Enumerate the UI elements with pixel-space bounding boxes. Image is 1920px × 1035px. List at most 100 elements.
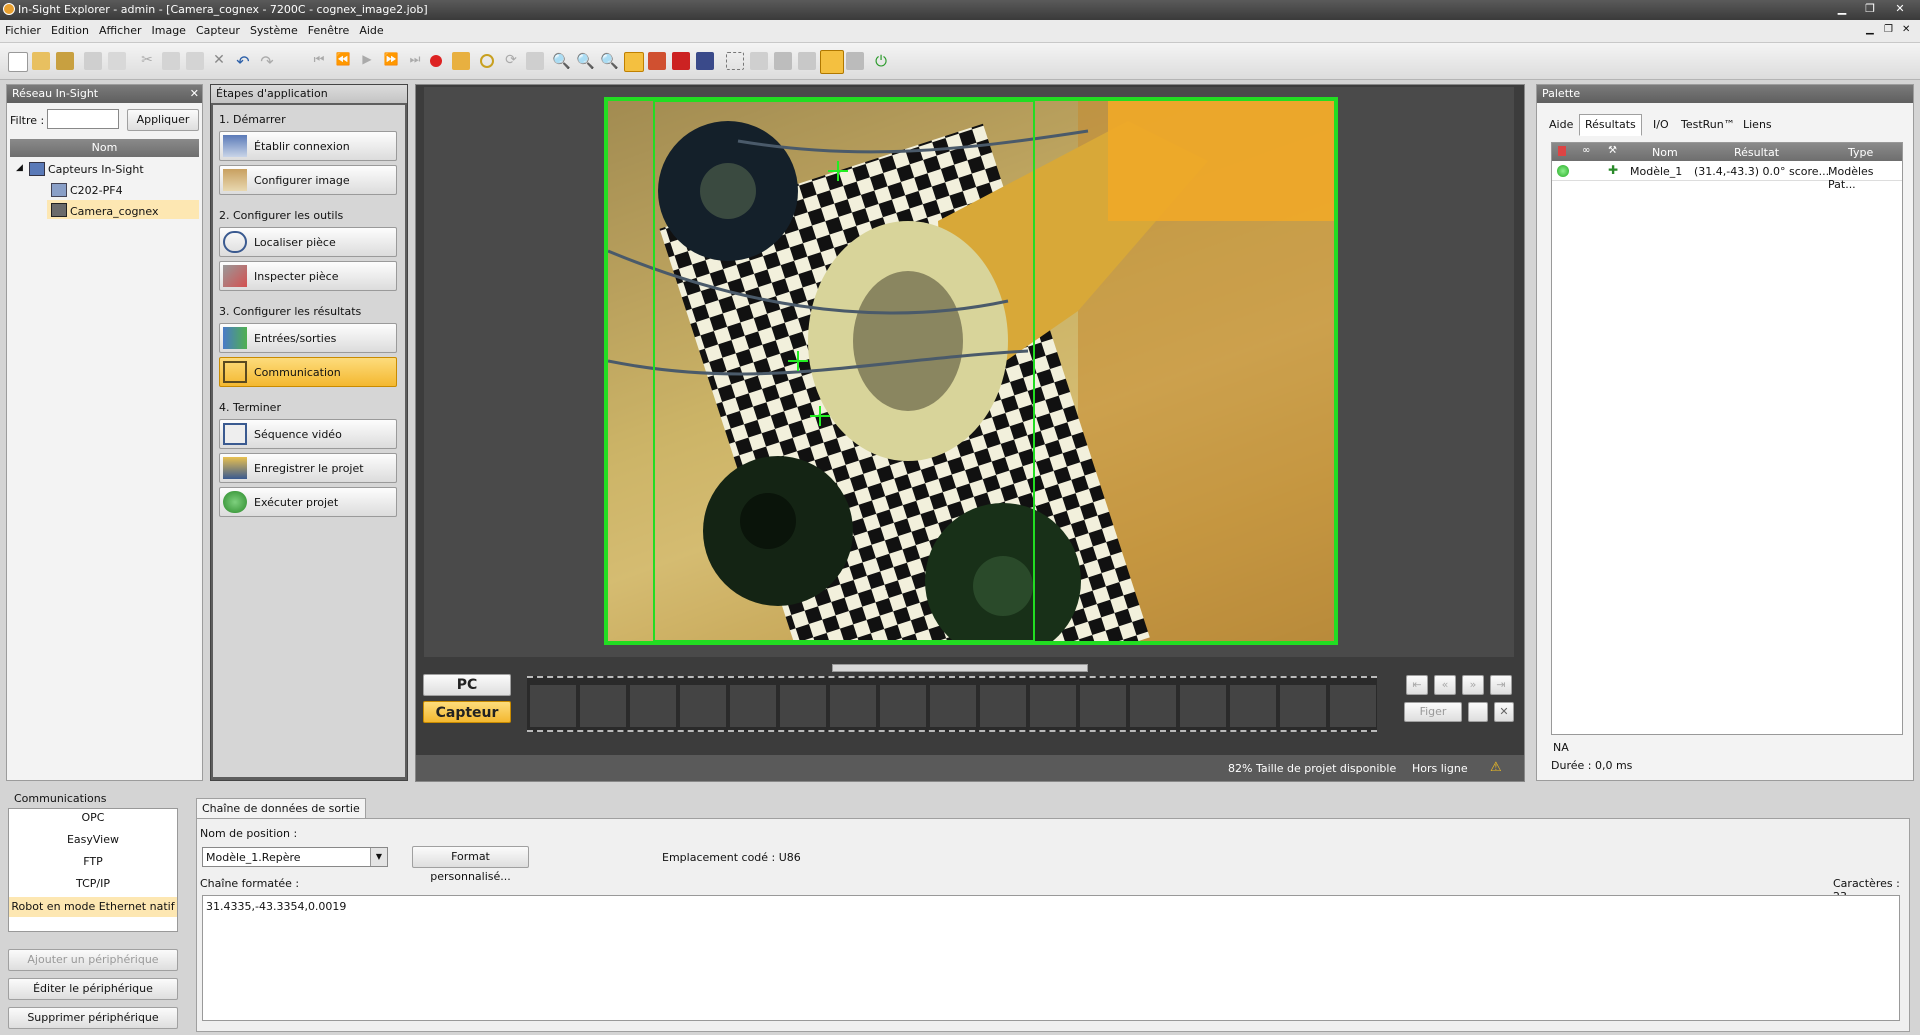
delete-icon[interactable]: ✕ [210, 52, 228, 70]
menu-systeme[interactable]: Système [245, 20, 303, 42]
prev-frame-icon[interactable]: ⏪ [334, 52, 352, 70]
chevron-down-icon[interactable]: ▼ [370, 848, 387, 866]
pc-button[interactable]: PC [423, 674, 511, 696]
copy-icon[interactable] [108, 52, 126, 70]
calibration-icon[interactable] [750, 52, 768, 70]
menu-afficher[interactable]: Afficher [94, 20, 146, 42]
film-frame[interactable] [579, 684, 627, 728]
film-first-icon[interactable]: ⇤ [1406, 675, 1428, 695]
film-save-icon[interactable] [1468, 702, 1488, 722]
paste-icon[interactable] [186, 52, 204, 70]
image-canvas[interactable] [424, 87, 1514, 657]
camera-image[interactable] [604, 97, 1338, 645]
cut-icon[interactable]: ✂ [138, 52, 156, 70]
film-frame[interactable] [679, 684, 727, 728]
live-icon[interactable]: ⟳ [502, 52, 520, 70]
tab-aide[interactable]: Aide [1543, 114, 1579, 136]
film-frame[interactable] [1129, 684, 1177, 728]
tab-io[interactable]: I/O [1647, 114, 1675, 136]
inputs-outputs-button[interactable]: Entrées/sorties [219, 323, 397, 353]
zoom-in-icon[interactable]: 🔍 [552, 52, 571, 70]
last-frame-icon[interactable]: ⏭ [406, 52, 424, 70]
emulator-icon[interactable] [846, 52, 864, 70]
overlay-icon[interactable] [672, 52, 690, 70]
add-device-button[interactable]: Ajouter un périphérique [8, 949, 178, 971]
device-item-ftp[interactable]: FTP [9, 855, 177, 868]
filter-input[interactable] [47, 109, 119, 129]
tree-item[interactable]: Camera_cognex [70, 205, 158, 218]
zoom-fill-icon[interactable] [624, 52, 644, 72]
settings-icon[interactable] [774, 52, 792, 70]
menu-fichier[interactable]: Fichier [0, 20, 46, 42]
film-prev-icon[interactable]: « [1434, 675, 1456, 695]
graphics-icon[interactable] [648, 52, 666, 70]
film-frame[interactable] [829, 684, 877, 728]
save-project-button[interactable]: Enregistrer le projet [219, 453, 397, 483]
locate-part-button[interactable]: Localiser pièce [219, 227, 397, 257]
column-resultat[interactable]: Résultat [1734, 146, 1779, 159]
tab-testrun[interactable]: TestRun™ [1675, 114, 1741, 136]
position-select[interactable]: Modèle_1.Repère ▼ [202, 847, 388, 867]
menu-aide[interactable]: Aide [354, 20, 388, 42]
film-clear-icon[interactable]: ✕ [1494, 702, 1514, 722]
open-folder-icon[interactable] [32, 52, 50, 70]
mdi-restore-icon[interactable]: ❐ [1884, 24, 1893, 35]
tab-resultats[interactable]: Résultats [1579, 114, 1642, 136]
film-last-icon[interactable]: ⇥ [1490, 675, 1512, 695]
table-row[interactable]: ✚ Modèle_1 (31.4,-43.3) 0.0° score... Mo… [1552, 162, 1902, 191]
formatted-string-field[interactable]: 31.4335,-43.3354,0.0019 [202, 895, 1900, 1021]
film-frame[interactable] [1179, 684, 1227, 728]
spreadsheet-icon[interactable] [696, 52, 714, 70]
tree-item[interactable]: C202-PF4 [70, 184, 123, 197]
menu-image[interactable]: Image [147, 20, 191, 42]
tab-output-string[interactable]: Chaîne de données de sortie [196, 798, 366, 819]
menu-edition[interactable]: Edition [46, 20, 94, 42]
film-frame[interactable] [779, 684, 827, 728]
save-icon[interactable] [56, 52, 74, 70]
camera-icon[interactable] [526, 52, 544, 70]
run-project-button[interactable]: Exécuter projet [219, 487, 397, 517]
film-frame[interactable] [529, 684, 577, 728]
video-sequence-button[interactable]: Séquence vidéo [219, 419, 397, 449]
apply-button[interactable]: Appliquer [127, 109, 199, 131]
column-type[interactable]: Type [1848, 146, 1873, 159]
online-icon[interactable]: ⏻ [872, 52, 890, 70]
record-icon[interactable] [430, 55, 442, 67]
device-item-easyview[interactable]: EasyView [9, 833, 177, 846]
communication-button[interactable]: Communication [219, 357, 397, 387]
zoom-out-icon[interactable]: 🔍 [576, 52, 595, 70]
inspect-part-button[interactable]: Inspecter pièce [219, 261, 397, 291]
name-column-header[interactable]: Nom [10, 139, 199, 157]
play-icon[interactable]: ▶ [358, 52, 376, 70]
horizontal-scrollbar[interactable] [832, 664, 1088, 672]
open-image-icon[interactable] [452, 52, 470, 70]
film-frame[interactable] [1029, 684, 1077, 728]
print-icon[interactable] [84, 52, 102, 70]
capteur-button[interactable]: Capteur [423, 701, 511, 723]
film-frame[interactable] [879, 684, 927, 728]
custom-format-button[interactable]: Format personnalisé... [412, 846, 529, 883]
establish-connection-button[interactable]: Établir connexion [219, 131, 397, 161]
redo-icon[interactable]: ↷ [258, 52, 276, 71]
duplicate-icon[interactable] [162, 52, 180, 70]
figer-button[interactable]: Figer [1404, 702, 1462, 722]
tree-group-label[interactable]: Capteurs In-Sight [48, 163, 144, 176]
next-frame-icon[interactable]: ⏩ [382, 52, 400, 70]
film-frame[interactable] [1229, 684, 1277, 728]
configure-image-button[interactable]: Configurer image [219, 165, 397, 195]
column-nom[interactable]: Nom [1652, 146, 1678, 159]
panel-close-icon[interactable]: ✕ [190, 87, 199, 100]
device-item-robot[interactable]: Robot en mode Ethernet natif [9, 897, 177, 917]
close-icon[interactable]: ✕ [1892, 2, 1908, 16]
tools-icon[interactable] [798, 52, 816, 70]
film-frame[interactable] [1279, 684, 1327, 728]
film-next-icon[interactable]: » [1462, 675, 1484, 695]
film-frame[interactable] [979, 684, 1027, 728]
collapse-icon[interactable]: ◢ [16, 163, 23, 173]
film-frame[interactable] [629, 684, 677, 728]
undo-icon[interactable]: ↶ [234, 52, 252, 71]
menu-capteur[interactable]: Capteur [191, 20, 245, 42]
select-region-icon[interactable] [726, 52, 744, 70]
device-item-opc[interactable]: OPC [9, 811, 177, 824]
trigger-icon[interactable] [480, 54, 494, 68]
